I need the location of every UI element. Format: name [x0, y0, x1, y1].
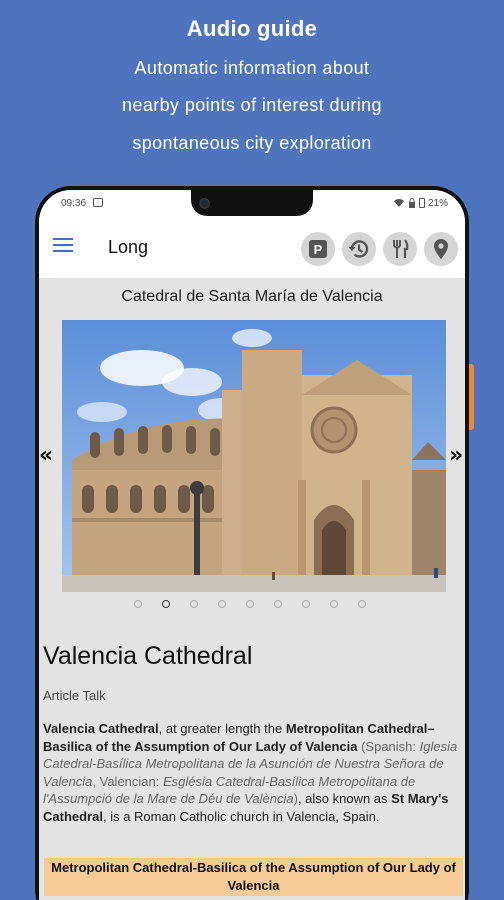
- article-heading: Valencia Cathedral: [43, 642, 253, 670]
- svg-text:P: P: [314, 242, 323, 257]
- paragraph-text: , at greater length the: [158, 721, 286, 736]
- phone-screen: 09:36 21% Long P Catedral de Santa María…: [39, 190, 465, 900]
- history-button[interactable]: [342, 232, 376, 266]
- gallery-dot[interactable]: [218, 600, 226, 608]
- tab-talk[interactable]: Talk: [83, 688, 106, 703]
- lock-icon: [409, 198, 415, 208]
- paragraph-text: , is a Roman Catholic church in Valencia…: [102, 808, 380, 824]
- gallery-dot[interactable]: [134, 600, 142, 608]
- promo-line-3: spontaneous city exploration: [132, 133, 372, 153]
- battery-level: 21%: [428, 198, 449, 209]
- app-bar: Long P: [39, 218, 465, 278]
- gallery-dot[interactable]: [302, 600, 310, 608]
- wifi-icon: [394, 199, 404, 207]
- promo-title: Audio guide: [186, 16, 318, 41]
- phone-side-button: [469, 364, 474, 430]
- gallery-dot[interactable]: [246, 600, 254, 608]
- article-paragraph: Valencia Cathedral, at greater length th…: [43, 720, 461, 825]
- gallery-dot[interactable]: [274, 600, 282, 608]
- location-button[interactable]: [424, 232, 458, 266]
- promo-line-1: Automatic information about: [134, 58, 370, 78]
- message-icon: [93, 198, 103, 207]
- article-tabs: Article Talk: [43, 688, 106, 703]
- promo-line-2: nearby points of interest during: [122, 95, 382, 115]
- fork-knife-icon: [393, 239, 409, 258]
- restaurant-button[interactable]: [383, 232, 417, 266]
- battery-icon: [419, 198, 425, 208]
- phone-frame: 09:36 21% Long P Catedral de Santa María…: [35, 186, 469, 900]
- gallery-dot[interactable]: [330, 600, 338, 608]
- gallery-prev-arrow[interactable]: «: [39, 443, 53, 468]
- paragraph-text: , also known as: [297, 791, 392, 806]
- paragraph-text: , Valencian:: [92, 773, 163, 789]
- valencia-cathedral-photo[interactable]: [62, 320, 446, 592]
- bold-term: Valencia Cathedral: [43, 721, 159, 736]
- status-bar: 09:36 21%: [39, 190, 465, 218]
- place-title: Catedral de Santa María de Valencia: [121, 288, 383, 305]
- history-icon: [348, 240, 369, 258]
- hamburger-menu-icon[interactable]: [53, 238, 73, 254]
- gallery-dot[interactable]: [190, 600, 198, 608]
- paragraph-text: (Spanish:: [357, 738, 420, 754]
- parking-icon: P: [309, 240, 327, 258]
- camera-icon: [199, 198, 210, 209]
- status-time: 09:36: [61, 198, 87, 209]
- content-area: Catedral de Santa María de Valencia « » …: [39, 278, 465, 900]
- app-title: Long: [108, 237, 149, 257]
- tab-article[interactable]: Article: [43, 688, 79, 703]
- gallery-dot[interactable]: [358, 600, 366, 608]
- gallery-next-arrow[interactable]: »: [449, 443, 463, 468]
- gallery-dot[interactable]: [162, 600, 170, 608]
- parking-button[interactable]: P: [301, 232, 335, 266]
- infobox-title: Metropolitan Cathedral-Basilica of the A…: [44, 858, 463, 896]
- map-pin-icon: [434, 239, 448, 259]
